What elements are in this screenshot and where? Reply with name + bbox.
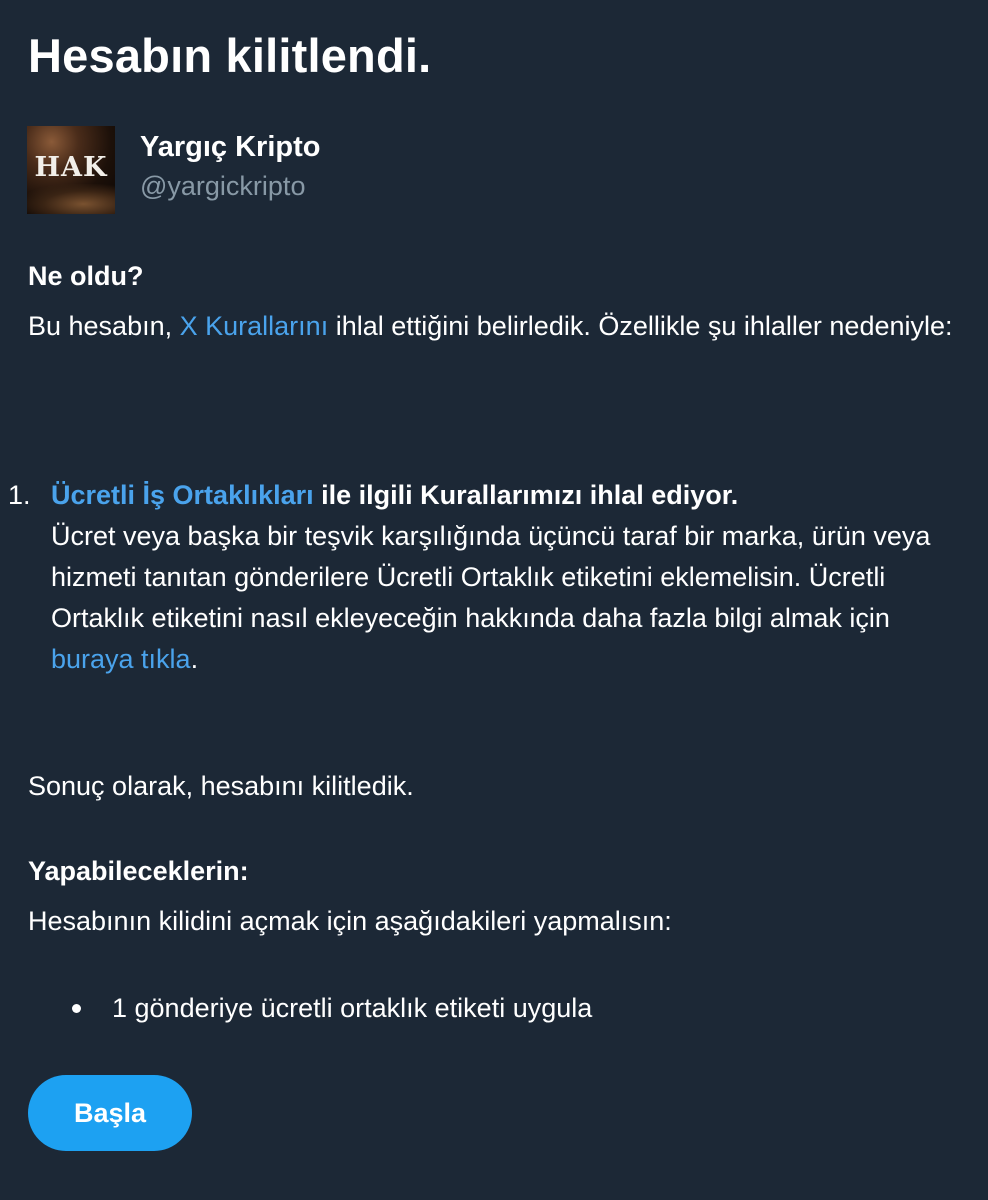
avatar-text: HAK [34, 152, 108, 183]
display-name: Yargıç Kripto [140, 131, 321, 163]
paid-partnerships-link[interactable]: Ücretli İş Ortaklıkları [51, 480, 314, 510]
violation-description-text: Ücret veya başka bir teşvik karşılığında… [51, 521, 931, 633]
what-happened-text-end: ihlal ettiğini belirledik. Özellikle şu … [328, 311, 953, 341]
what-happened-heading: Ne oldu? [28, 261, 144, 291]
what-happened-text-start: Bu hesabın, [28, 311, 180, 341]
start-button[interactable]: Başla [28, 1075, 192, 1151]
user-handle: @yargickripto [140, 171, 306, 201]
bullet-icon [72, 1004, 81, 1013]
account-card: HAK Yargıç Kripto @yargickripto [27, 126, 627, 214]
avatar-glow [27, 184, 115, 214]
click-here-link[interactable]: buraya tıkla [51, 644, 191, 674]
result-text: Sonuç olarak, hesabını kilitledik. [28, 771, 414, 801]
unlock-instructions: Hesabının kilidini açmak için aşağıdakil… [28, 906, 672, 936]
what-you-can-do-heading: Yapabileceklerin: [28, 856, 249, 886]
violation-description-end: . [190, 644, 199, 674]
violation-number: 1. [8, 480, 31, 510]
violation-body: Ücretli İş Ortaklıkları ile ilgili Kural… [51, 475, 971, 680]
avatar: HAK [27, 126, 115, 214]
what-happened-text: Bu hesabın, X Kurallarını ihlal ettiğini… [28, 306, 963, 346]
violation-headline-rest: ile ilgili Kurallarımızı ihlal ediyor. [313, 480, 739, 510]
violation-description: Ücret veya başka bir teşvik karşılığında… [51, 516, 971, 680]
list-item-text: 1 gönderiye ücretli ortaklık etiketi uyg… [112, 993, 593, 1023]
page-title: Hesabın kilitlendi. [28, 29, 432, 82]
x-rules-link[interactable]: X Kurallarını [180, 311, 329, 341]
violation-headline: Ücretli İş Ortaklıkları ile ilgili Kural… [51, 475, 971, 516]
